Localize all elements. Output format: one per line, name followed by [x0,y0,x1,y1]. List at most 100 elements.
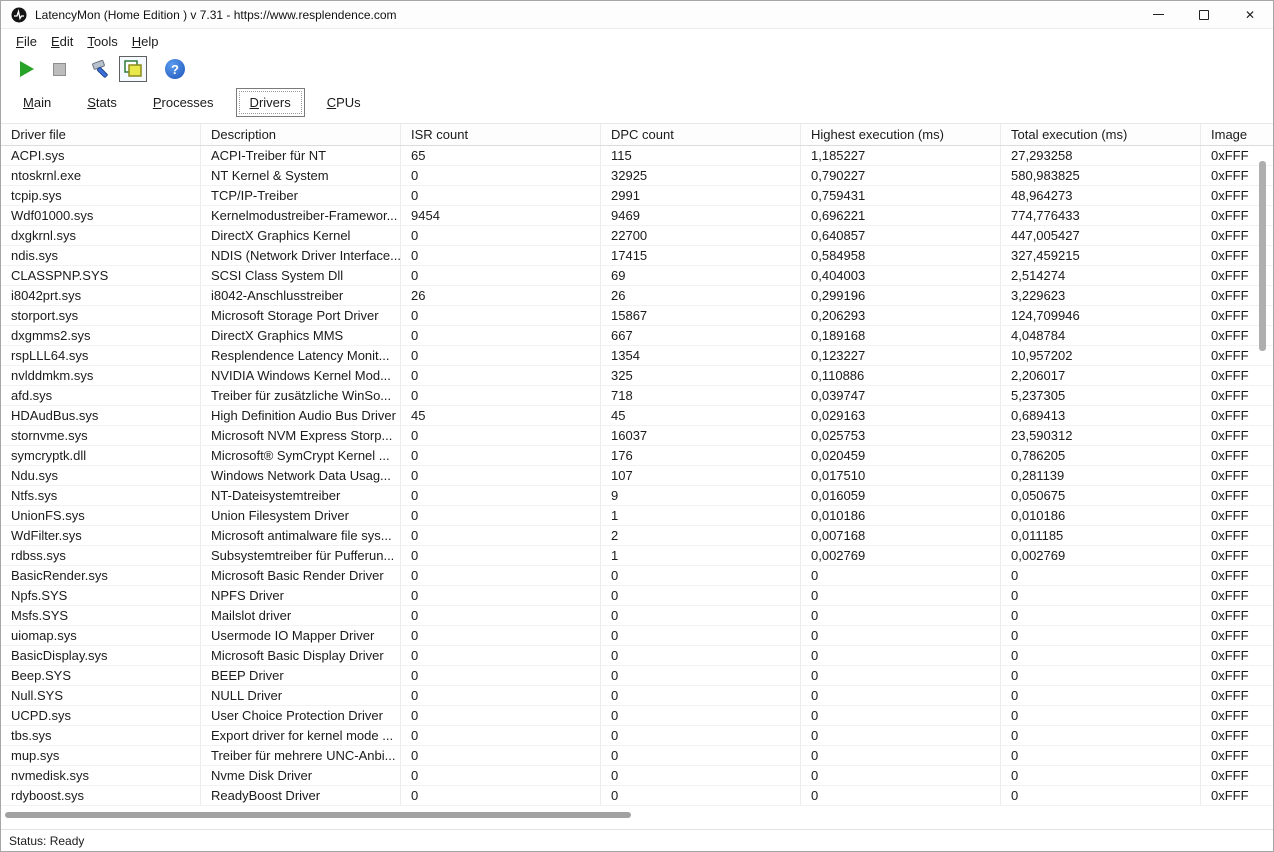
column-header-isr-count[interactable]: ISR count [401,124,601,145]
table-row[interactable]: Npfs.SYSNPFS Driver00000xFFF [1,586,1274,606]
report-windows-icon [122,58,144,80]
table-cell: 22700 [601,226,801,245]
table-cell: 2,206017 [1001,366,1201,385]
table-cell: 718 [601,386,801,405]
help-button[interactable]: ? [161,56,189,82]
table-row[interactable]: ntoskrnl.exeNT Kernel & System0329250,79… [1,166,1274,186]
menu-help[interactable]: Help [125,32,166,51]
stop-monitor-button[interactable] [45,56,73,82]
table-cell: User Choice Protection Driver [201,706,401,725]
table-row[interactable]: Ntfs.sysNT-Dateisystemtreiber090,0160590… [1,486,1274,506]
table-row[interactable]: mup.sysTreiber für mehrere UNC-Anbi...00… [1,746,1274,766]
table-cell: Subsystemtreiber für Pufferun... [201,546,401,565]
table-row[interactable]: ndis.sysNDIS (Network Driver Interface..… [1,246,1274,266]
table-row[interactable]: i8042prt.sysi8042-Anschlusstreiber26260,… [1,286,1274,306]
table-cell: 0,011185 [1001,526,1201,545]
table-row[interactable]: Msfs.SYSMailslot driver00000xFFF [1,606,1274,626]
table-cell: 327,459215 [1001,246,1201,265]
table-cell: 0 [601,626,801,645]
tab-main[interactable]: Main [9,88,65,117]
table-cell: 0 [401,766,601,785]
table-cell: 0 [401,246,601,265]
table-cell: tcpip.sys [1,186,201,205]
table-row[interactable]: HDAudBus.sysHigh Definition Audio Bus Dr… [1,406,1274,426]
minimize-button[interactable] [1135,1,1181,28]
table-row[interactable]: symcryptk.dllMicrosoft® SymCrypt Kernel … [1,446,1274,466]
table-row[interactable]: rspLLL64.sysResplendence Latency Monit..… [1,346,1274,366]
tab-processes[interactable]: Processes [139,88,228,117]
tab-cpus[interactable]: CPUs [313,88,375,117]
column-header-dpc-count[interactable]: DPC count [601,124,801,145]
table-row[interactable]: rdyboost.sysReadyBoost Driver00000xFFF [1,786,1274,806]
table-cell: 0 [401,366,601,385]
close-button[interactable]: ✕ [1227,1,1273,28]
table-cell: 0 [1001,646,1201,665]
title-bar: LatencyMon (Home Edition ) v 7.31 - http… [1,1,1273,29]
table-row[interactable]: nvmedisk.sysNvme Disk Driver00000xFFF [1,766,1274,786]
menu-file[interactable]: File [9,32,44,51]
table-row[interactable]: dxgmms2.sysDirectX Graphics MMS06670,189… [1,326,1274,346]
vertical-scrollbar-thumb[interactable] [1259,161,1266,351]
play-icon [20,61,34,77]
maximize-icon [1199,10,1209,20]
table-cell: 0 [801,626,1001,645]
table-cell: 115 [601,146,801,165]
horizontal-scrollbar[interactable] [1,812,1274,820]
table-row[interactable]: BasicDisplay.sysMicrosoft Basic Display … [1,646,1274,666]
table-row[interactable]: storport.sysMicrosoft Storage Port Drive… [1,306,1274,326]
table-cell: 0 [401,466,601,485]
table-row[interactable]: Null.SYSNULL Driver00000xFFF [1,686,1274,706]
table-row[interactable]: afd.sysTreiber für zusätzliche WinSo...0… [1,386,1274,406]
table-row[interactable]: Wdf01000.sysKernelmodustreiber-Framewor.… [1,206,1274,226]
table-cell: NT-Dateisystemtreiber [201,486,401,505]
table-cell: Union Filesystem Driver [201,506,401,525]
tab-stats[interactable]: Stats [73,88,131,117]
table-cell: tbs.sys [1,726,201,745]
menu-edit[interactable]: Edit [44,32,80,51]
table-row[interactable]: tbs.sysExport driver for kernel mode ...… [1,726,1274,746]
table-cell: 0 [801,766,1001,785]
table-row[interactable]: UnionFS.sysUnion Filesystem Driver010,01… [1,506,1274,526]
tools-button[interactable] [87,56,115,82]
table-row[interactable]: dxgkrnl.sysDirectX Graphics Kernel022700… [1,226,1274,246]
table-cell: nvlddmkm.sys [1,366,201,385]
table-row[interactable]: tcpip.sysTCP/IP-Treiber029910,75943148,9… [1,186,1274,206]
table-cell: 0,584958 [801,246,1001,265]
table-row[interactable]: Beep.SYSBEEP Driver00000xFFF [1,666,1274,686]
table-cell: 0 [401,686,601,705]
table-cell: 1,185227 [801,146,1001,165]
column-header-image[interactable]: Image [1201,124,1274,145]
menu-tools[interactable]: Tools [80,32,124,51]
report-view-button[interactable] [119,56,147,82]
vertical-scrollbar[interactable] [1259,147,1266,805]
table-cell: 9469 [601,206,801,225]
maximize-button[interactable] [1181,1,1227,28]
column-header-highest-execution-ms[interactable]: Highest execution (ms) [801,124,1001,145]
table-row[interactable]: nvlddmkm.sysNVIDIA Windows Kernel Mod...… [1,366,1274,386]
table-cell: 0 [1001,786,1201,805]
column-header-total-execution-ms[interactable]: Total execution (ms) [1001,124,1201,145]
table-row[interactable]: uiomap.sysUsermode IO Mapper Driver00000… [1,626,1274,646]
table-cell: BasicRender.sys [1,566,201,585]
table-row[interactable]: UCPD.sysUser Choice Protection Driver000… [1,706,1274,726]
table-cell: 23,590312 [1001,426,1201,445]
table-row[interactable]: WdFilter.sysMicrosoft antimalware file s… [1,526,1274,546]
table-row[interactable]: Ndu.sysWindows Network Data Usag...01070… [1,466,1274,486]
table-row[interactable]: BasicRender.sysMicrosoft Basic Render Dr… [1,566,1274,586]
table-cell: nvmedisk.sys [1,766,201,785]
table-row[interactable]: stornvme.sysMicrosoft NVM Express Storp.… [1,426,1274,446]
table-row[interactable]: CLASSPNP.SYSSCSI Class System Dll0690,40… [1,266,1274,286]
horizontal-scrollbar-thumb[interactable] [5,812,631,818]
table-cell: 0 [1001,606,1201,625]
column-header-description[interactable]: Description [201,124,401,145]
table-cell: 0 [801,686,1001,705]
status-bar: Status: Ready [1,829,1273,851]
table-cell: rspLLL64.sys [1,346,201,365]
table-row[interactable]: rdbss.sysSubsystemtreiber für Pufferun..… [1,546,1274,566]
table-row[interactable]: ACPI.sysACPI-Treiber für NT651151,185227… [1,146,1274,166]
table-cell: 17415 [601,246,801,265]
table-cell: 0 [401,506,601,525]
start-monitor-button[interactable] [13,56,41,82]
column-header-driver-file[interactable]: Driver file [1,124,201,145]
tab-drivers[interactable]: Drivers [236,88,305,117]
